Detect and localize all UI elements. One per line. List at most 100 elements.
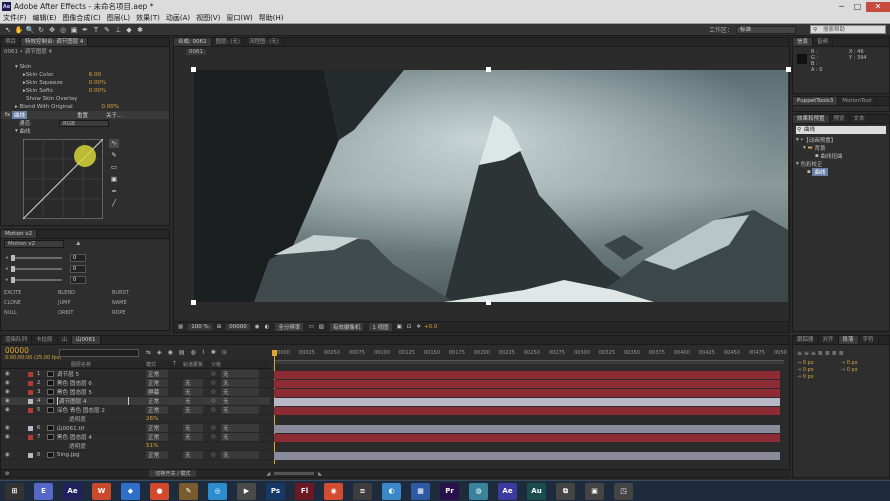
motion-button-8[interactable]: ROPE <box>112 308 166 318</box>
preset-tree-bg[interactable]: ▾ ▬ 背景 <box>793 144 889 152</box>
menu-item-1[interactable]: 编辑(E) <box>33 13 57 23</box>
align-icons[interactable]: ≡ ≡ ≡ ≣ ≣ ≣ ≣ <box>797 350 844 357</box>
menu-item-7[interactable]: 窗口(W) <box>226 13 252 23</box>
layer-duration-bar[interactable] <box>274 371 780 379</box>
tool-icon-10[interactable]: ⊥ <box>113 25 123 35</box>
property-row[interactable]: 透明度 26% <box>1 415 270 424</box>
maximize-button[interactable]: □ <box>850 2 865 12</box>
brainstorm-icon[interactable]: ✺ <box>211 349 216 356</box>
curve-graph[interactable] <box>23 139 103 219</box>
layer-row[interactable]: ◉ 8 5ing.jpg 正常 无 ◎ 无 <box>1 451 270 460</box>
layer-row[interactable]: ◉ 7 黑色 固态层 4 正常 无 ◎ 无 <box>1 433 270 442</box>
layer-name[interactable]: 深色 青色 固态层 2 <box>57 406 129 414</box>
eye-icon[interactable]: ◉ <box>5 425 10 431</box>
tool-icon-11[interactable]: ◆ <box>124 25 134 35</box>
taskbar-app-icon-9[interactable]: Ps <box>266 482 285 500</box>
frame-blend-icon[interactable]: ▤ <box>179 349 185 356</box>
skin-prop-value[interactable]: 0.00% <box>89 80 106 86</box>
taskbar-app-icon-5[interactable]: ● <box>150 482 169 500</box>
layer-mode-select[interactable]: 正常 <box>146 379 168 387</box>
eye-icon[interactable]: ◉ <box>5 434 10 440</box>
layer-mode-select[interactable]: 正常 <box>146 433 168 441</box>
comp-options-icon[interactable]: ⚙ <box>5 471 9 477</box>
parent-pickwhip-icon[interactable]: ◎ <box>211 389 216 395</box>
save-icon[interactable]: ▣ <box>109 175 119 184</box>
help-search-input[interactable]: ⚲ 搜索帮助 <box>810 25 886 34</box>
shy-icon[interactable]: ◉ <box>168 349 173 356</box>
preset-tree-curve-warp[interactable]: ▪ 曲线扭曲 <box>793 152 889 160</box>
taskbar-app-icon-11[interactable]: ◉ <box>324 482 343 500</box>
label-color[interactable] <box>27 407 33 413</box>
layer-parent-select[interactable]: 无 <box>221 424 259 432</box>
menu-item-2[interactable]: 图像合成(C) <box>62 13 100 23</box>
layer-duration-bar[interactable] <box>274 434 780 442</box>
label-color[interactable] <box>27 398 33 404</box>
label-color[interactable] <box>27 452 33 458</box>
tool-icon-3[interactable]: ↻ <box>36 25 46 35</box>
taskbar-app-icon-0[interactable]: ⊞ <box>5 482 24 500</box>
timeline-search-input[interactable] <box>59 349 139 357</box>
slider-knob[interactable] <box>10 254 15 261</box>
skin-prop-value[interactable]: 6.00 <box>89 72 101 78</box>
presets-search-input[interactable]: ⚲ 曲线 <box>796 126 886 134</box>
menu-item-6[interactable]: 视图(V) <box>196 13 220 23</box>
motion-value-field[interactable]: 0 <box>69 275 86 284</box>
taskbar-app-icon-6[interactable]: ✎ <box>179 482 198 500</box>
layer-parent-select[interactable]: 无 <box>221 433 259 441</box>
timeline-tab-3[interactable]: 山0061 <box>72 336 101 344</box>
handle-bottom[interactable] <box>486 300 491 305</box>
layer-parent-select[interactable]: 无 <box>221 370 259 378</box>
handle-bottom-left[interactable] <box>191 300 196 305</box>
motion-button-1[interactable]: BLEND <box>58 288 112 298</box>
parent-pickwhip-icon[interactable]: ◎ <box>211 398 216 404</box>
handle-top[interactable] <box>486 67 491 72</box>
keyframe-icon[interactable]: ⊙ <box>222 349 227 356</box>
property-value[interactable]: 51% <box>146 443 158 449</box>
layer-row[interactable]: ◉ 4 调节图层 4 正常 无 ◎ 无 <box>1 397 270 406</box>
layer-name[interactable]: 黑色 固态层 4 <box>57 433 129 441</box>
timeline-timecode[interactable]: 00000 <box>5 346 29 355</box>
layer-trackmatte-select[interactable]: 无 <box>183 379 203 387</box>
taskbar-app-icon-2[interactable]: Ae <box>63 482 82 500</box>
tab-audio[interactable]: 音频 <box>813 38 834 46</box>
menu-item-8[interactable]: 帮助(H) <box>259 13 284 23</box>
color-icon[interactable]: ◐ <box>265 324 270 330</box>
layer-name[interactable]: 调节图层 4 <box>56 397 129 405</box>
tab-motion-tool[interactable]: MotionTool <box>838 97 877 105</box>
fx-curves-row[interactable]: fx 曲线 重置 关于... <box>1 111 169 119</box>
motion-blur-icon[interactable]: ◍ <box>191 349 196 356</box>
layer-mode-select[interactable]: 屏幕 <box>146 388 168 396</box>
layer-duration-bar[interactable] <box>274 389 780 397</box>
skin-prop-value[interactable]: 0.00% <box>89 88 106 94</box>
tool-icon-0[interactable]: ↖ <box>3 25 13 35</box>
menu-item-0[interactable]: 文件(F) <box>3 13 27 23</box>
label-color[interactable] <box>27 425 33 431</box>
layer-name[interactable]: 黑色 固态层 6 <box>57 379 129 387</box>
layer-duration-bar[interactable] <box>274 452 780 460</box>
eye-icon[interactable]: ◉ <box>5 380 10 386</box>
motion-preset-select[interactable]: Motion v2 <box>4 240 64 248</box>
layer-row[interactable]: ◉ 5 深色 青色 固态层 2 正常 无 ◎ 无 <box>1 406 270 415</box>
layer-duration-bar[interactable] <box>274 380 780 388</box>
indent-value[interactable]: 0 px <box>847 367 858 373</box>
taskbar-app-icon-12[interactable]: ≡ <box>353 482 372 500</box>
tool-icon-5[interactable]: ◎ <box>58 25 68 35</box>
tool-icon-1[interactable]: ✋ <box>14 25 24 35</box>
motion-button-0[interactable]: EXCITE <box>4 288 58 298</box>
parent-pickwhip-icon[interactable]: ◎ <box>211 434 216 440</box>
tab-motion[interactable]: Motion v2 <box>1 230 38 238</box>
indent-value[interactable]: 0 px <box>803 367 814 373</box>
tab-project[interactable]: 项目 <box>1 38 22 46</box>
viewer-timecode[interactable]: 00000 <box>226 324 250 330</box>
parent-pickwhip-icon[interactable]: ◎ <box>211 407 216 413</box>
taskbar-app-icon-3[interactable]: W <box>92 482 111 500</box>
layer-parent-select[interactable]: 无 <box>221 406 259 414</box>
fx-toggle-icon[interactable]: fx <box>5 112 12 118</box>
taskbar-app-icon-19[interactable]: ⧉ <box>556 482 575 500</box>
workspace-select[interactable]: 标准 <box>736 25 796 34</box>
timeline-tab-1[interactable]: 卡拉原 <box>32 336 58 344</box>
layer-row[interactable]: ◉ 1 调节层 5 正常 ◎ 无 <box>1 370 270 379</box>
layer-duration-bar[interactable] <box>274 425 780 433</box>
tab-info[interactable]: 信息 <box>793 38 814 46</box>
camera-icon[interactable]: ◉ <box>255 324 260 330</box>
